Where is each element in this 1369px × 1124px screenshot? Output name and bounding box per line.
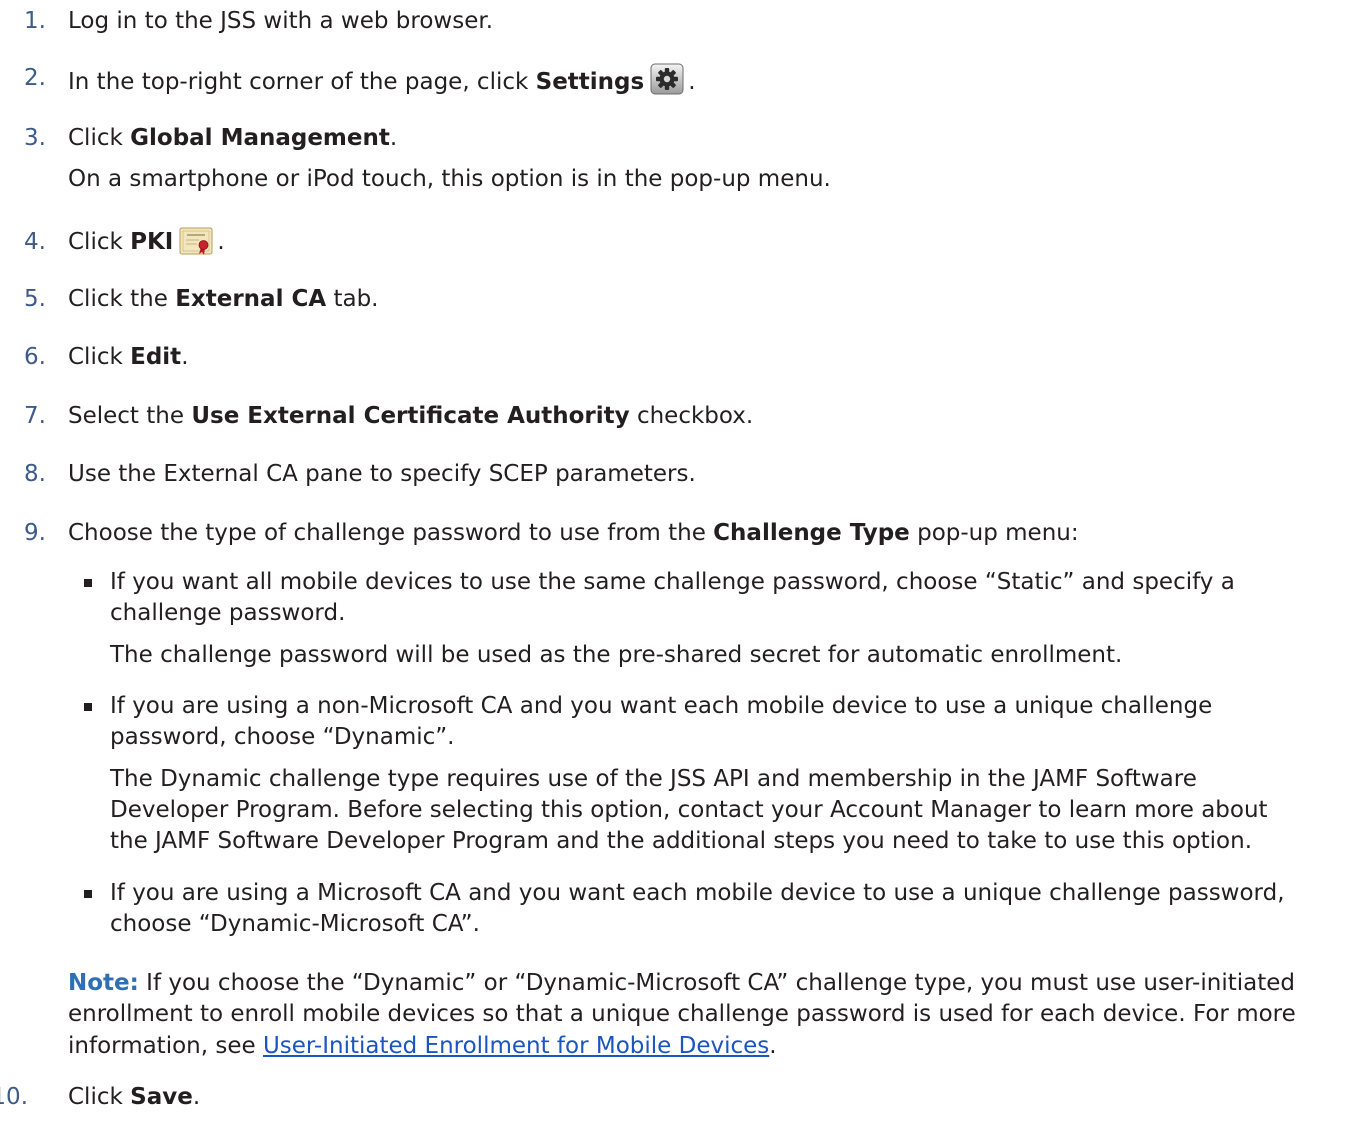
step-number: 1. bbox=[24, 8, 46, 34]
save-label: Save bbox=[130, 1084, 193, 1110]
challenge-type-label: Challenge Type bbox=[713, 520, 910, 546]
step-text: Click Save. bbox=[68, 1084, 201, 1110]
step-number: 8. bbox=[24, 461, 46, 487]
user-initiated-enrollment-link[interactable]: User-Initiated Enrollment for Mobile Dev… bbox=[263, 1033, 769, 1059]
step-text: In the top-right corner of the page, cli… bbox=[68, 63, 1349, 104]
step-number: 2. bbox=[24, 65, 46, 91]
step-number: 5. bbox=[24, 286, 46, 312]
step-text: Use the External CA pane to specify SCEP… bbox=[68, 461, 696, 487]
step-number: 4. bbox=[24, 229, 46, 255]
step-number: 9. bbox=[24, 520, 46, 546]
note-label: Note: bbox=[68, 970, 139, 996]
step-subtext: On a smartphone or iPod touch, this opti… bbox=[68, 166, 831, 193]
bullet-marker bbox=[84, 703, 92, 711]
bullet-marker bbox=[84, 890, 92, 898]
step-text: Click PKI . bbox=[68, 227, 1349, 264]
step-text: Click Edit. bbox=[68, 344, 189, 370]
step-text: Choose the type of challenge password to… bbox=[68, 520, 1079, 546]
use-external-ca-label: Use External Certificate Authority bbox=[191, 403, 630, 429]
step-text: Click Global Management. bbox=[68, 125, 398, 151]
bullet-item: If you are using a Microsoft CA and you … bbox=[84, 878, 1349, 941]
bullet-subtext: The challenge password will be used as t… bbox=[110, 641, 1123, 668]
bullet-marker bbox=[84, 579, 92, 587]
step-number: 6. bbox=[24, 344, 46, 370]
instructions-document: 1. Log in to the JSS with a web browser.… bbox=[0, 0, 1369, 1124]
certificate-icon bbox=[179, 227, 213, 264]
step-number: 7. bbox=[24, 403, 46, 429]
step-body: Click Global Management. On a smartphone… bbox=[68, 123, 1349, 196]
step-text: Log in to the JSS with a web browser. bbox=[68, 8, 494, 34]
global-management-label: Global Management bbox=[130, 125, 390, 151]
bullet-item: If you are using a non-Microsoft CA and … bbox=[84, 691, 1349, 857]
step-number: 10. bbox=[0, 1084, 28, 1110]
step-text: Select the Use External Certificate Auth… bbox=[68, 403, 754, 429]
note-block: Note: If you choose the “Dynamic” or “Dy… bbox=[68, 970, 1296, 1059]
edit-label: Edit bbox=[130, 344, 182, 370]
step-text: Click the External CA tab. bbox=[68, 286, 379, 312]
pki-label: PKI bbox=[130, 229, 174, 255]
bullet-subtext: The Dynamic challenge type requires use … bbox=[110, 765, 1197, 792]
external-ca-label: External CA bbox=[175, 286, 327, 312]
settings-label: Settings bbox=[535, 69, 645, 95]
gear-icon bbox=[650, 63, 684, 104]
step-number: 3. bbox=[24, 125, 46, 151]
bullet-item: If you want all mobile devices to use th… bbox=[84, 567, 1349, 671]
